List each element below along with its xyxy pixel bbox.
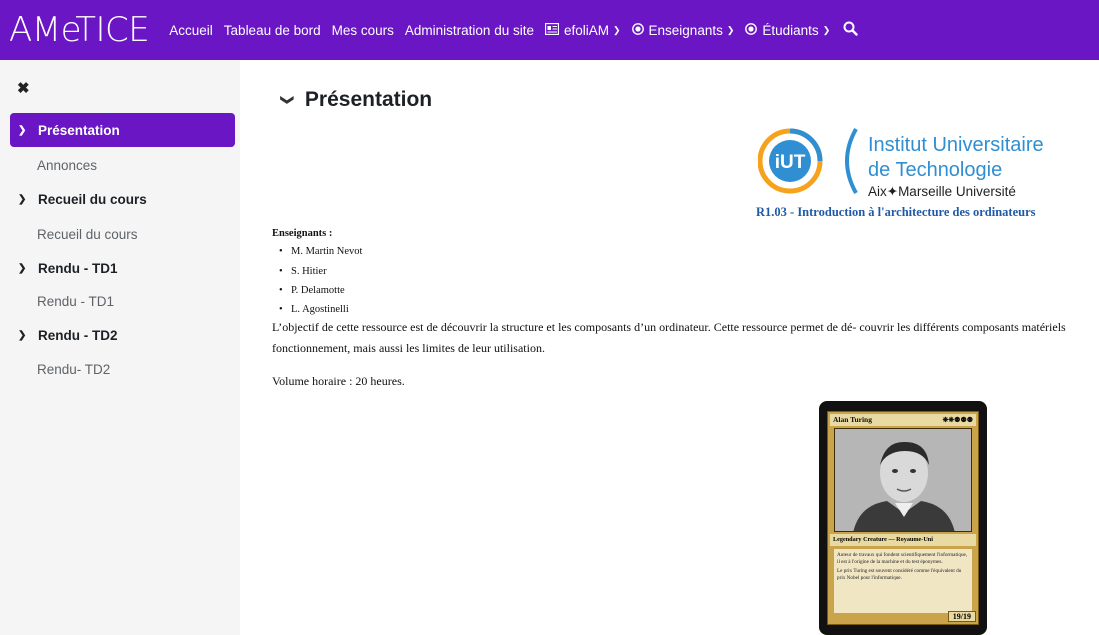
course-title: R1.03 - Introduction à l'architecture de… <box>756 205 1036 219</box>
chevron-down-icon: ❯ <box>18 194 27 205</box>
description-line-2: fonctionnement, mais aussi les limites d… <box>272 341 545 355</box>
top-navbar: AMeTICE Accueil Tableau de bord Mes cour… <box>0 0 1099 60</box>
sidebar-item-label: Recueil du cours <box>38 192 147 207</box>
list-item: P. Delamotte <box>279 285 345 296</box>
chevron-down-icon: ❯ <box>822 24 831 35</box>
sidebar-section-rendu-td2[interactable]: ❯ Rendu - TD2 <box>18 328 118 343</box>
sidebar-link-recueil[interactable]: Recueil du cours <box>37 227 138 242</box>
iut-badge-text: iUT <box>775 152 806 173</box>
nav-label: Administration du site <box>404 22 534 38</box>
volume-horaire: Volume horaire : 20 heures. <box>272 374 405 388</box>
sidebar-link-rendu-td1[interactable]: Rendu - TD1 <box>37 294 114 309</box>
sidebar-link-rendu-td2[interactable]: Rendu- TD2 <box>37 362 110 377</box>
nav-efoliam-dropdown[interactable]: efoliAM ❯ <box>544 22 621 38</box>
description-line-1: L’objectif de cette ressource est de déc… <box>272 320 1066 334</box>
chevron-down-icon: ❯ <box>726 24 735 35</box>
logo-line-3: Aix✦Marseille Université <box>868 184 1016 199</box>
card-cost: ❋❋⚉⚉⚉ <box>942 416 973 424</box>
logo-line-1: Institut Universitaire <box>868 134 1044 156</box>
nav-tableau-de-bord[interactable]: Tableau de bord <box>224 23 321 38</box>
card-name: Alan Turing <box>833 415 872 424</box>
card-text-1: Auteur de travaux qui fondent scientifiq… <box>837 552 968 565</box>
card-text-box: Auteur de travaux qui fondent scientifiq… <box>834 549 972 613</box>
nav-label: Mes cours <box>331 22 394 38</box>
card-frame: Alan Turing ❋❋⚉⚉⚉ Legendary Creature — R… <box>827 411 979 625</box>
chevron-down-icon: ❯ <box>18 124 27 136</box>
sidebar-item-presentation[interactable]: ❯ Présentation <box>10 113 235 147</box>
chevron-down-icon: ❯ <box>280 94 296 106</box>
list-item: M. Martin Nevot <box>279 246 363 257</box>
teachers-label: Enseignants : <box>272 228 333 239</box>
chevron-down-icon: ❯ <box>612 24 621 35</box>
nav-etudiants-dropdown[interactable]: Étudiants ❯ <box>745 23 830 38</box>
nav-label: Étudiants <box>762 22 819 38</box>
portrait-image <box>834 428 972 532</box>
sidebar-item-label: Présentation <box>38 122 120 138</box>
sidebar-link-annonces[interactable]: Annonces <box>37 158 97 173</box>
nav-label: Enseignants <box>648 22 723 38</box>
alan-turing-card-image: Alan Turing ❋❋⚉⚉⚉ Legendary Creature — R… <box>819 401 987 635</box>
section-heading[interactable]: ❯ Présentation <box>280 88 433 112</box>
main-content: ❯ Présentation iUT Institut Universitair… <box>240 60 1099 635</box>
sidebar-item-label: Rendu - TD2 <box>38 328 118 343</box>
nav-mes-cours[interactable]: Mes cours <box>332 23 394 38</box>
site-brand[interactable]: AMeTICE <box>9 10 150 50</box>
card-power-toughness: 19/19 <box>947 611 976 622</box>
nav-label: Accueil <box>169 22 213 38</box>
nav-label: Tableau de bord <box>223 22 321 38</box>
logo-line-2: de Technologie <box>868 159 1003 181</box>
nav-label: efoliAM <box>563 22 609 38</box>
nav-administration[interactable]: Administration du site <box>405 23 534 38</box>
card-text-2: Le prix Turing est souvent considéré com… <box>837 568 962 581</box>
dot-circle-icon <box>745 22 758 38</box>
sidebar-section-rendu-td1[interactable]: ❯ Rendu - TD1 <box>18 261 118 276</box>
search-icon[interactable] <box>843 21 858 40</box>
nav-accueil[interactable]: Accueil <box>169 23 213 38</box>
iut-logo: iUT <box>758 128 858 194</box>
page-title: Présentation <box>304 88 433 111</box>
card-type-line: Legendary Creature — Royaume-Uni <box>830 534 976 546</box>
chevron-down-icon: ❯ <box>18 263 27 274</box>
chevron-down-icon: ❯ <box>18 330 27 341</box>
sidebar-item-label: Rendu - TD1 <box>38 261 118 276</box>
sidebar-section-recueil[interactable]: ❯ Recueil du cours <box>18 192 147 207</box>
list-item: S. Hitier <box>279 266 326 277</box>
dot-circle-icon <box>631 22 644 38</box>
close-icon[interactable]: ✖ <box>17 79 30 97</box>
nav-enseignants-dropdown[interactable]: Enseignants ❯ <box>631 22 735 38</box>
card-name-bar: Alan Turing ❋❋⚉⚉⚉ <box>830 414 976 426</box>
list-item: L. Agostinelli <box>279 304 349 315</box>
id-card-icon <box>544 22 560 38</box>
course-index-drawer: ✖ ❯ Présentation Annonces ❯ Recueil du c… <box>0 60 240 635</box>
